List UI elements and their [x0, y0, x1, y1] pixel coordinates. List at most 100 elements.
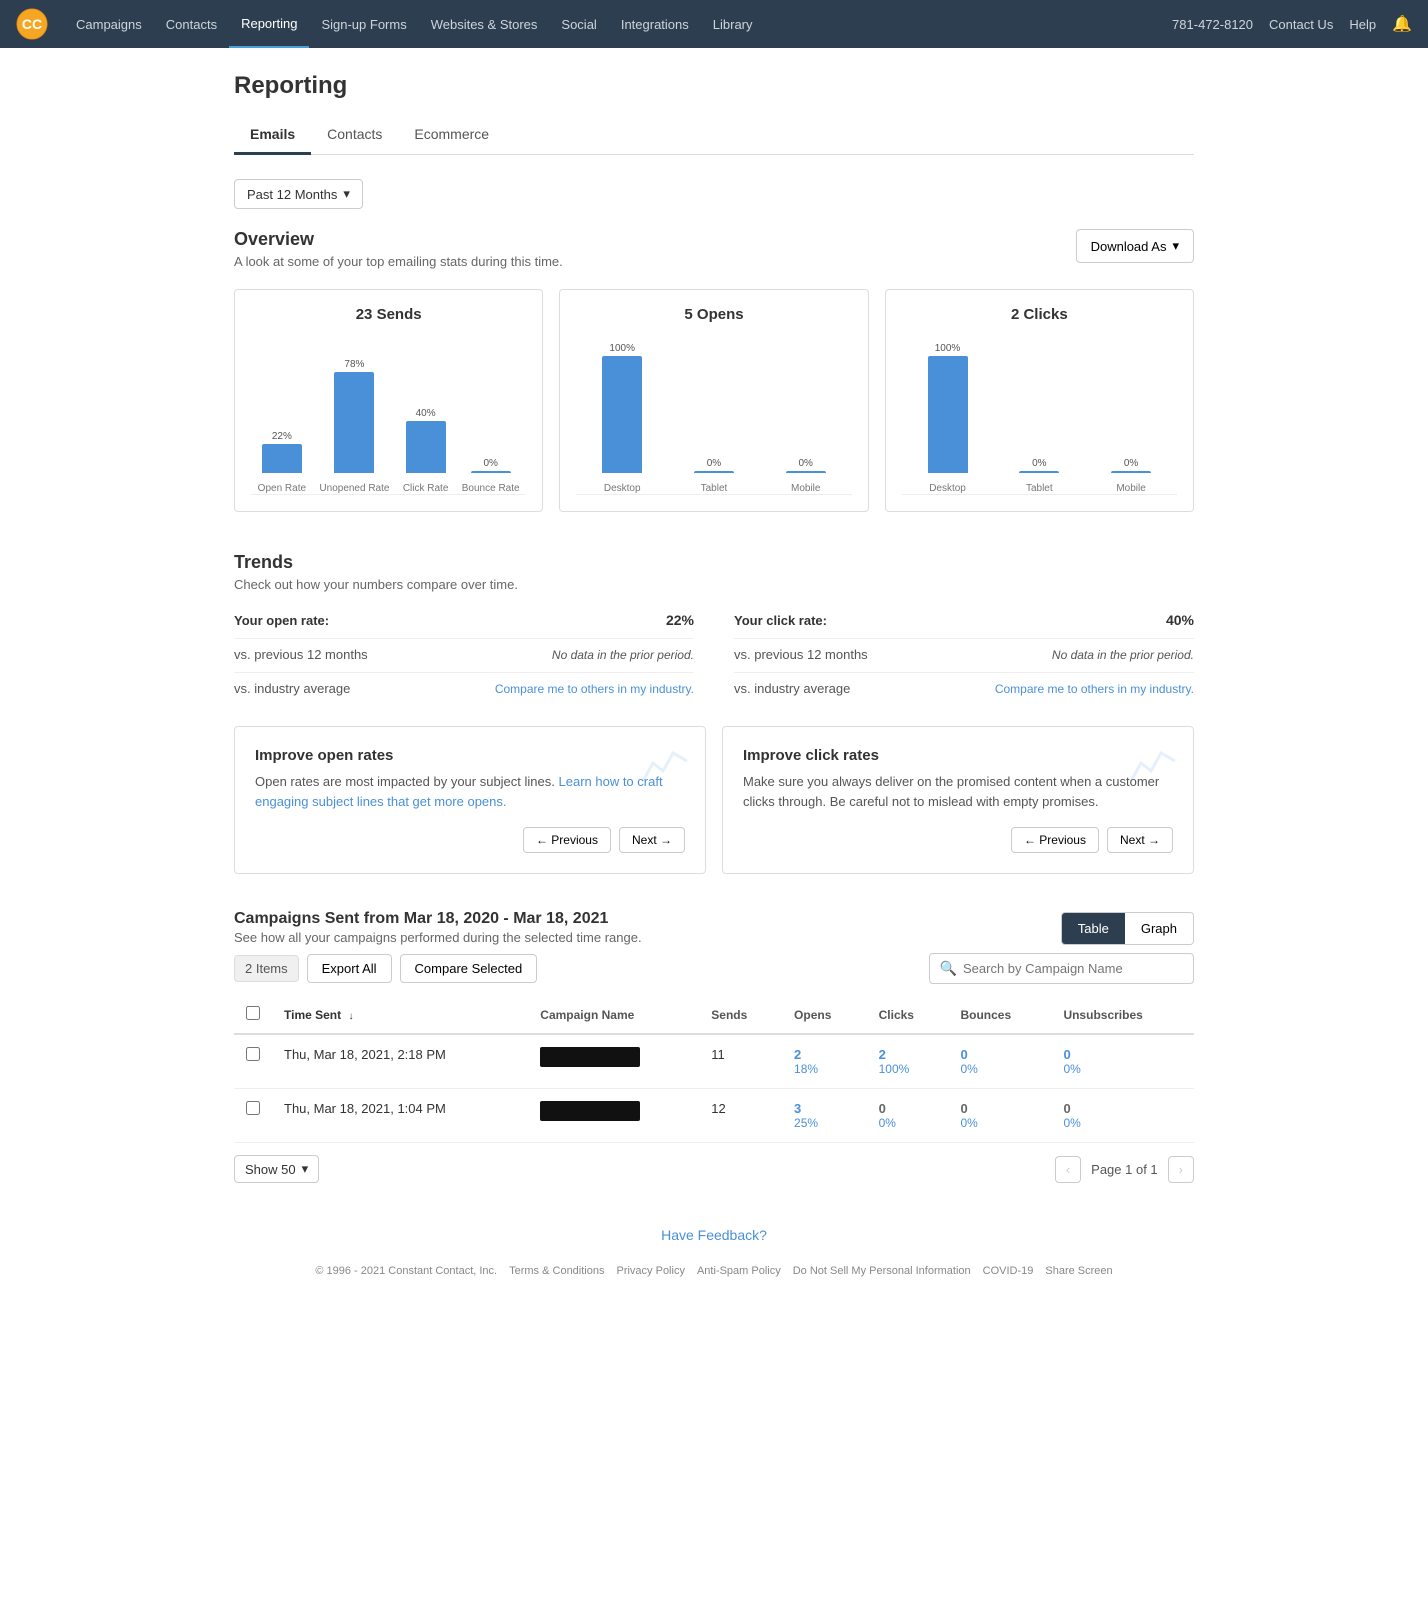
date-filter-dropdown[interactable]: Past 12 Months ▾ — [234, 179, 363, 209]
row1-checkbox[interactable] — [246, 1047, 260, 1061]
campaigns-title: Campaigns Sent from Mar 18, 2020 - Mar 1… — [234, 910, 642, 928]
footer-share-screen[interactable]: Share Screen — [1045, 1265, 1112, 1277]
col-clicks[interactable]: Clicks — [867, 996, 949, 1034]
col-campaign-name[interactable]: Campaign Name — [528, 996, 699, 1034]
footer-terms[interactable]: Terms & Conditions — [509, 1265, 604, 1277]
download-button[interactable]: Download As ▾ — [1076, 229, 1194, 263]
tip-open-nav: ← Previous Next → — [255, 827, 685, 853]
tip-open-text: Open rates are most impacted by your sub… — [255, 772, 685, 811]
row1-opens-pct: 18% — [794, 1062, 855, 1076]
download-label: Download As — [1091, 239, 1167, 254]
view-graph-button[interactable]: Graph — [1125, 913, 1193, 944]
prev-page-button[interactable]: ‹ — [1055, 1156, 1081, 1183]
overview-subtitle: A look at some of your top emailing stat… — [234, 254, 563, 269]
footer-covid[interactable]: COVID-19 — [983, 1265, 1034, 1277]
tip-click-next-button[interactable]: Next → — [1107, 827, 1173, 853]
trends-grid: Your open rate: 22% vs. previous 12 mont… — [234, 612, 1194, 706]
bar-opens-desktop: 100% Desktop — [602, 343, 642, 494]
bar-bounce-rate-bar — [471, 471, 511, 473]
tip-open-title: Improve open rates — [255, 747, 685, 764]
bar-opens-desktop-bar — [602, 356, 642, 473]
logo[interactable]: CC — [16, 8, 48, 40]
trend-click-prev-value: No data in the prior period. — [1052, 648, 1194, 662]
campaign-search-box[interactable]: 🔍 — [929, 953, 1194, 984]
col-bounces[interactable]: Bounces — [948, 996, 1051, 1034]
compare-selected-button[interactable]: Compare Selected — [400, 954, 538, 983]
export-all-button[interactable]: Export All — [307, 954, 392, 983]
col-sends-label: Sends — [711, 1008, 747, 1022]
row2-unsubs-count: 0 — [1063, 1101, 1182, 1116]
table-select-all-header — [234, 996, 272, 1034]
bar-clicks-tablet-wrap: 0% — [1019, 343, 1059, 473]
bar-opens-desktop-label: Desktop — [604, 483, 641, 494]
next-page-button[interactable]: › — [1168, 1156, 1194, 1183]
row2-sends: 12 — [699, 1089, 782, 1143]
row1-campaign-name-block — [540, 1047, 640, 1067]
col-campaign-name-label: Campaign Name — [540, 1008, 634, 1022]
tab-contacts[interactable]: Contacts — [311, 116, 398, 155]
show-select-dropdown[interactable]: Show 50 ▾ — [234, 1155, 319, 1183]
tip-open-next-button[interactable]: Next → — [619, 827, 685, 853]
row2-bounces-pct: 0% — [960, 1116, 1039, 1130]
col-time-sent[interactable]: Time Sent ↓ — [272, 996, 528, 1034]
footer-do-not-sell[interactable]: Do Not Sell My Personal Information — [793, 1265, 971, 1277]
nav-contacts[interactable]: Contacts — [154, 0, 229, 48]
table-row: Thu, Mar 18, 2021, 2:18 PM 11 2 18% 2 10… — [234, 1034, 1194, 1089]
chevron-down-icon: ▾ — [302, 1161, 309, 1177]
notification-bell-icon[interactable]: 🔔 — [1392, 14, 1412, 34]
nav-library[interactable]: Library — [701, 0, 765, 48]
trends-click-col: Your click rate: 40% vs. previous 12 mon… — [734, 612, 1194, 706]
row2-bounces-count: 0 — [960, 1101, 1039, 1116]
bar-clicks-tablet-bar — [1019, 471, 1059, 473]
trend-click-industry-link[interactable]: Compare me to others in my industry. — [995, 682, 1194, 696]
row1-checkbox-cell — [234, 1034, 272, 1089]
page-label: Page 1 of 1 — [1091, 1162, 1158, 1177]
tab-ecommerce[interactable]: Ecommerce — [398, 116, 505, 155]
col-sends[interactable]: Sends — [699, 996, 782, 1034]
trend-open-industry-link[interactable]: Compare me to others in my industry. — [495, 682, 694, 696]
nav-websites-stores[interactable]: Websites & Stores — [419, 0, 550, 48]
row2-checkbox[interactable] — [246, 1101, 260, 1115]
view-table-button[interactable]: Table — [1062, 913, 1125, 944]
footer-antispam[interactable]: Anti-Spam Policy — [697, 1265, 781, 1277]
col-opens[interactable]: Opens — [782, 996, 867, 1034]
nav-social[interactable]: Social — [549, 0, 608, 48]
bar-clicks-desktop-bar — [928, 356, 968, 473]
search-icon: 🔍 — [940, 960, 957, 977]
footer-privacy[interactable]: Privacy Policy — [616, 1265, 684, 1277]
feedback-link[interactable]: Have Feedback? — [661, 1227, 767, 1243]
col-unsubscribes-label: Unsubscribes — [1063, 1008, 1142, 1022]
nav-contact-us[interactable]: Contact Us — [1269, 17, 1333, 32]
nav-campaigns[interactable]: Campaigns — [64, 0, 154, 48]
bar-bounce-rate-label: Bounce Rate — [462, 483, 520, 494]
trends-title: Trends — [234, 552, 1194, 573]
nav-reporting[interactable]: Reporting — [229, 0, 309, 48]
bar-open-rate: 22% Open Rate — [258, 343, 306, 494]
table-row: Thu, Mar 18, 2021, 1:04 PM 12 3 25% 0 0% — [234, 1089, 1194, 1143]
row2-campaign-name — [528, 1089, 699, 1143]
trend-click-divider2 — [734, 672, 1194, 673]
tab-emails[interactable]: Emails — [234, 116, 311, 155]
row1-unsubs-count: 0 — [1063, 1047, 1182, 1062]
tabs: Emails Contacts Ecommerce — [234, 116, 1194, 155]
bar-opens-mobile-label: Mobile — [791, 483, 820, 494]
tip-click-prev-button[interactable]: ← Previous — [1011, 827, 1099, 853]
trend-click-rate-value: 40% — [1166, 612, 1194, 628]
row2-opens: 3 25% — [782, 1089, 867, 1143]
campaign-search-input[interactable] — [963, 961, 1183, 976]
bar-opens-tablet-label: Tablet — [701, 483, 728, 494]
bar-click-rate: 40% Click Rate — [403, 343, 449, 494]
tip-open-prev-button[interactable]: ← Previous — [523, 827, 611, 853]
row2-clicks: 0 0% — [867, 1089, 949, 1143]
trend-open-rate-row: Your open rate: 22% — [234, 612, 694, 628]
chevron-down-icon: ▾ — [1172, 238, 1179, 254]
col-unsubscribes[interactable]: Unsubscribes — [1051, 996, 1194, 1034]
date-filter-label: Past 12 Months — [247, 187, 337, 202]
nav-integrations[interactable]: Integrations — [609, 0, 701, 48]
nav-signup-forms[interactable]: Sign-up Forms — [309, 0, 418, 48]
select-all-checkbox[interactable] — [246, 1006, 260, 1020]
row2-clicks-pct: 0% — [879, 1116, 937, 1130]
trend-open-divider2 — [234, 672, 694, 673]
nav-help[interactable]: Help — [1349, 17, 1376, 32]
clicks-chart-title: 2 Clicks — [902, 306, 1177, 323]
